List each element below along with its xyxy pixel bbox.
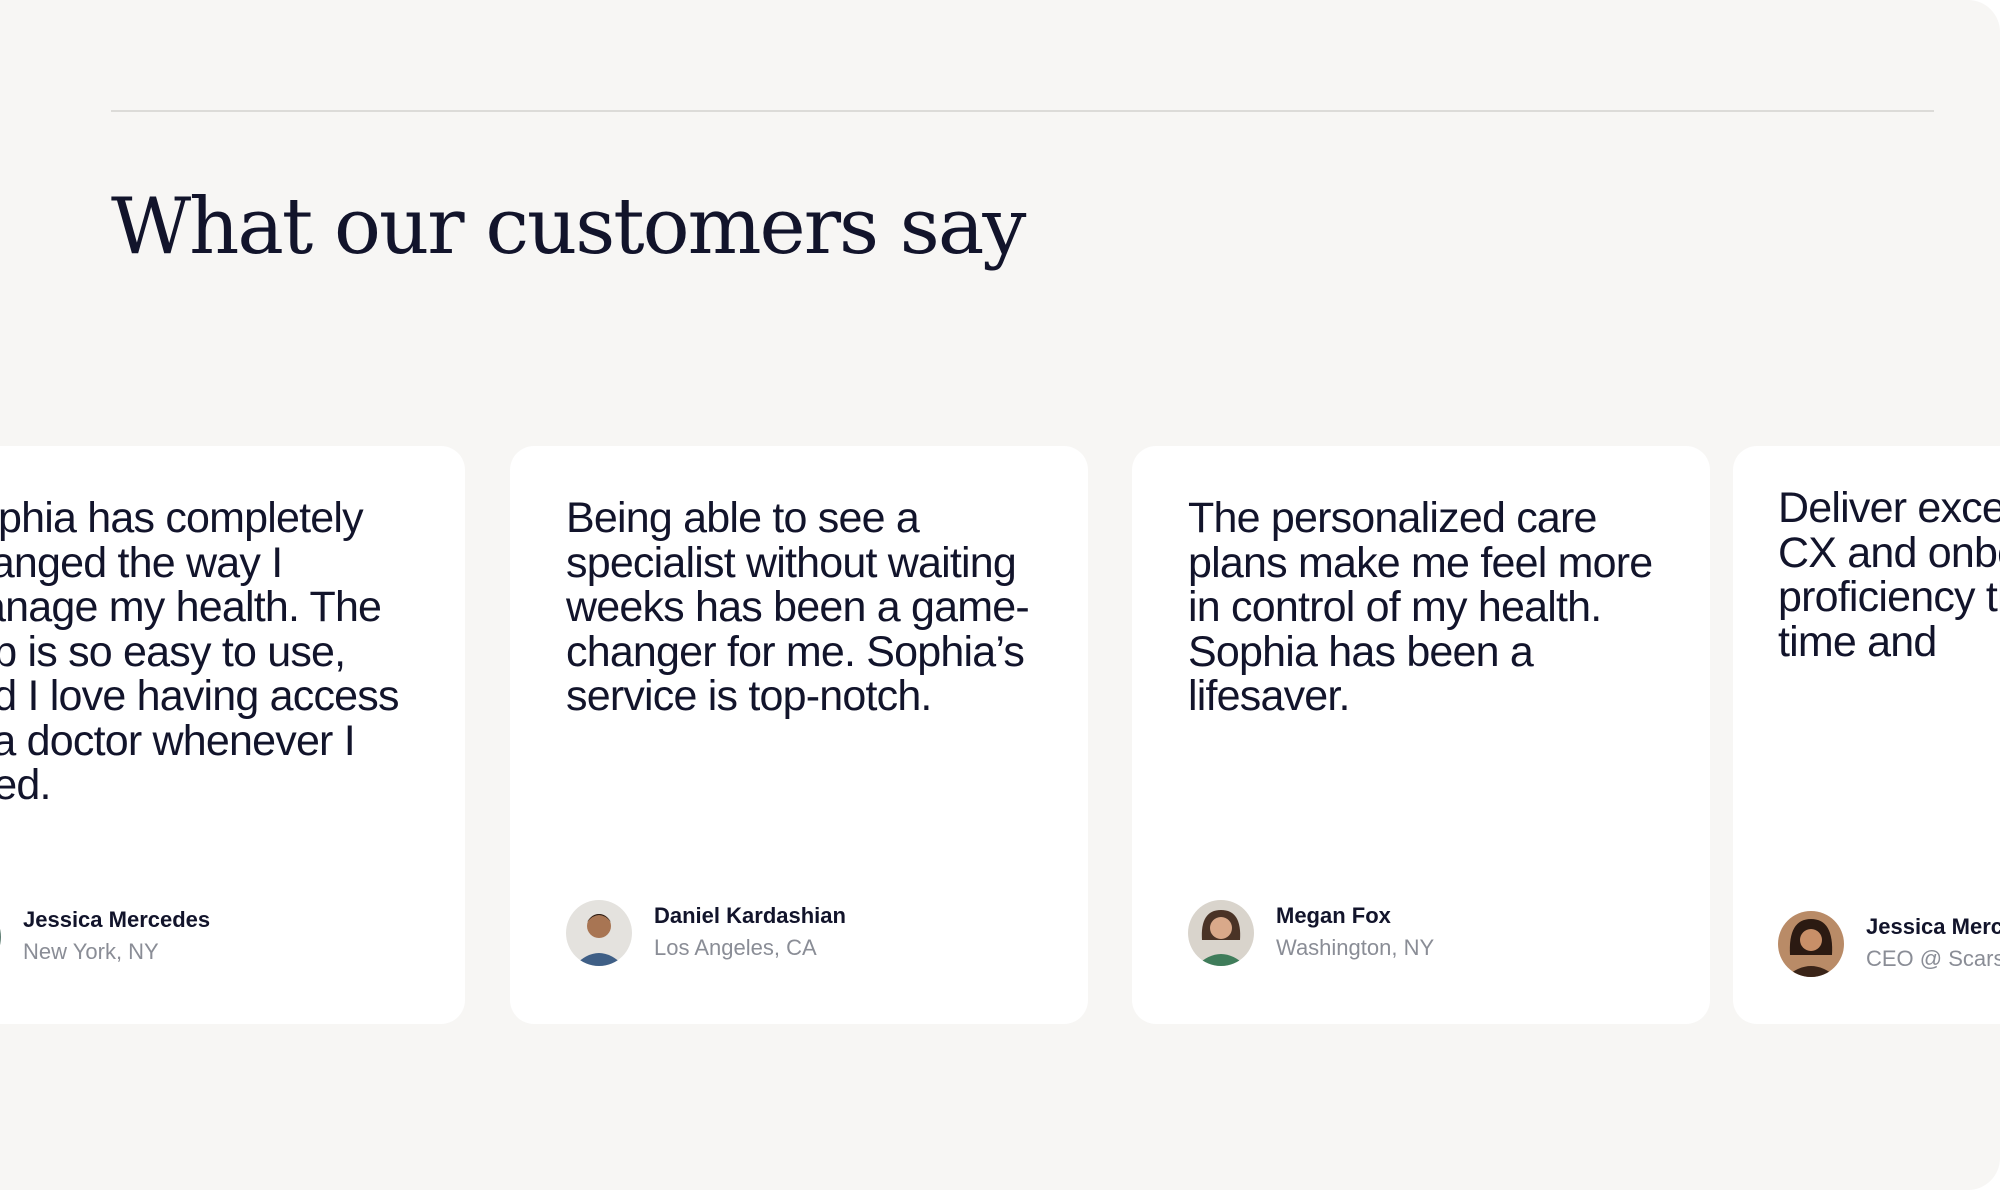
avatar (0, 904, 1, 970)
avatar (1778, 911, 1844, 977)
testimonial-author: Jessica Mercedes CEO @ Scarsdale (1778, 911, 2000, 977)
section-divider (111, 110, 1934, 112)
avatar (1188, 900, 1254, 966)
author-location: Los Angeles, CA (654, 935, 817, 960)
testimonial-card[interactable]: Sophia has completely changed the way I … (0, 446, 465, 1024)
section-title: What our customers say (111, 182, 1026, 272)
testimonial-card[interactable]: Being able to see a specialist without w… (510, 446, 1088, 1024)
author-location: Washington, NY (1276, 935, 1435, 960)
author-name: Megan Fox (1276, 903, 1391, 928)
author-name: Jessica Mercedes (1866, 914, 2000, 939)
testimonial-card[interactable]: The personalized care plans make me feel… (1132, 446, 1710, 1024)
testimonial-quote: The personalized care plans make me feel… (1188, 494, 1653, 720)
author-name: Daniel Kardashian (654, 903, 846, 928)
testimonial-author: Daniel Kardashian Los Angeles, CA (566, 900, 846, 966)
testimonial-carousel[interactable]: Sophia has completely changed the way I … (0, 446, 2000, 1024)
testimonials-section: What our customers say Sophia has comple… (0, 0, 2000, 1190)
author-location: CEO @ Scarsdale (1866, 946, 2000, 971)
testimonial-quote: Deliver exceptional quality CX and onboa… (1778, 484, 2000, 666)
testimonial-author: Megan Fox Washington, NY (1188, 900, 1434, 966)
author-location: New York, NY (23, 939, 159, 964)
testimonial-quote: Being able to see a specialist without w… (566, 494, 1030, 720)
testimonial-quote: Sophia has completely changed the way I … (0, 494, 400, 809)
author-name: Jessica Mercedes (23, 907, 211, 932)
testimonial-card[interactable]: Deliver exceptional quality CX and onboa… (1733, 446, 2000, 1024)
testimonial-author: Jessica Mercedes New York, NY (0, 904, 210, 970)
avatar (566, 900, 632, 966)
